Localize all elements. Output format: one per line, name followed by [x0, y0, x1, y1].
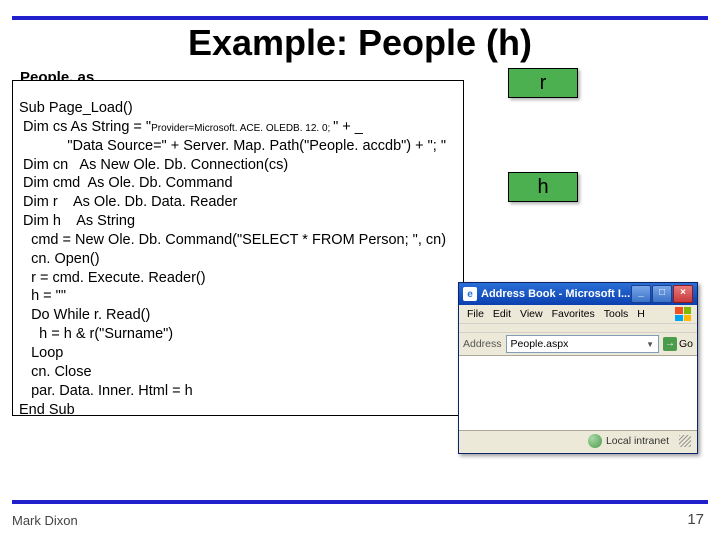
- resize-grip-icon[interactable]: [679, 435, 691, 447]
- menu-help[interactable]: H: [633, 308, 649, 320]
- browser-window: e Address Book - Microsoft I... _ □ × Fi…: [458, 282, 698, 454]
- header-rule: [12, 16, 708, 20]
- code-line: cmd = New Ole. Db. Command("SELECT * FRO…: [19, 231, 457, 250]
- address-label: Address: [463, 338, 502, 350]
- slide-title: Example: People (h): [0, 22, 720, 64]
- code-line: cn. Close: [19, 363, 457, 382]
- r-callout: r: [508, 68, 578, 98]
- go-icon: →: [663, 337, 677, 351]
- status-bar: Local intranet: [459, 431, 697, 451]
- h-callout: h: [508, 172, 578, 202]
- browser-titlebar: e Address Book - Microsoft I... _ □ ×: [459, 283, 697, 305]
- menu-view[interactable]: View: [516, 308, 547, 320]
- menu-favorites[interactable]: Favorites: [548, 308, 599, 320]
- minimize-button[interactable]: _: [631, 285, 651, 303]
- footer-rule: [12, 500, 708, 504]
- code-line: Dim cs As String = "Provider=Microsoft. …: [19, 118, 457, 137]
- window-buttons: _ □ ×: [631, 285, 693, 303]
- code-line: End Sub: [19, 401, 457, 420]
- windows-logo-icon: [675, 307, 691, 321]
- address-bar: Address People.aspx ▼ → Go: [459, 333, 697, 356]
- code-line: Dim cn As New Ole. Db. Connection(cs): [19, 156, 457, 175]
- toolbar: [459, 324, 697, 333]
- code-line: r = cmd. Execute. Reader(): [19, 269, 457, 288]
- code-line: par. Data. Inner. Html = h: [19, 382, 457, 401]
- code-line: Dim r As Ole. Db. Data. Reader: [19, 193, 457, 212]
- code-line: "Data Source=" + Server. Map. Path("Peop…: [19, 137, 457, 156]
- code-line: cn. Open(): [19, 250, 457, 269]
- status-text: Local intranet: [606, 435, 669, 447]
- menu-edit[interactable]: Edit: [489, 308, 515, 320]
- code-line: h = h & r("Surname"): [19, 325, 457, 344]
- code-line: Loop: [19, 344, 457, 363]
- ie-icon: e: [463, 287, 477, 301]
- code-box: Sub Page_Load() Dim cs As String = "Prov…: [12, 80, 464, 416]
- code-line: h = "": [19, 287, 457, 306]
- code-line: Dim h As String: [19, 212, 457, 231]
- code-line: Dim cmd As Ole. Db. Command: [19, 174, 457, 193]
- chevron-down-icon[interactable]: ▼: [646, 340, 654, 349]
- code-line: Sub Page_Load(): [19, 99, 457, 118]
- browser-title: Address Book - Microsoft I...: [481, 288, 630, 300]
- code-seg: " + _: [333, 119, 363, 135]
- address-input[interactable]: People.aspx ▼: [506, 335, 659, 353]
- code-seg: Dim cs As String = ": [19, 119, 151, 135]
- code-provider: Provider=Microsoft. ACE. OLEDB. 12. 0;: [151, 123, 333, 134]
- go-label: Go: [679, 338, 693, 350]
- slide-number: 17: [687, 511, 704, 528]
- browser-content: [459, 356, 697, 431]
- footer-author: Mark Dixon: [12, 513, 78, 528]
- code-line: Do While r. Read(): [19, 306, 457, 325]
- intranet-icon: [588, 434, 602, 448]
- menu-file[interactable]: File: [463, 308, 488, 320]
- close-button[interactable]: ×: [673, 285, 693, 303]
- address-value: People.aspx: [511, 338, 569, 350]
- maximize-button[interactable]: □: [652, 285, 672, 303]
- go-button[interactable]: → Go: [663, 337, 693, 351]
- menu-tools[interactable]: Tools: [600, 308, 633, 320]
- menu-bar: File Edit View Favorites Tools H: [459, 305, 697, 324]
